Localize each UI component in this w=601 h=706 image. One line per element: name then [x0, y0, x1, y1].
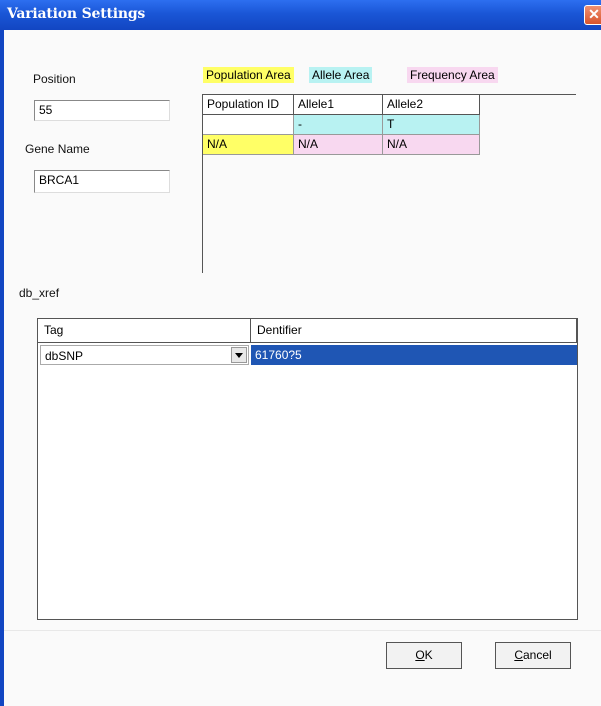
grid-header-population-id[interactable]: Population ID	[203, 95, 294, 115]
gene-name-input[interactable]: BRCA1	[34, 170, 170, 193]
position-value: 55	[39, 103, 53, 117]
variation-grid[interactable]: Population ID Allele1 Allele2 - T N/A N/…	[202, 94, 576, 273]
gene-name-value: BRCA1	[39, 173, 80, 187]
window-title: Variation Settings	[7, 6, 146, 22]
xref-tag-dropdown[interactable]: dbSNP	[40, 345, 249, 365]
grid-header-allele2[interactable]: Allele2	[383, 95, 480, 115]
cancel-mnemonic: C	[514, 648, 523, 662]
ok-button[interactable]: OK	[386, 642, 462, 669]
ok-mnemonic: O	[415, 648, 425, 662]
ok-label-rest: K	[424, 648, 433, 662]
xref-identifier-cell[interactable]: 61760?5	[251, 345, 577, 365]
grid-cell-frequency2[interactable]: N/A	[383, 135, 480, 155]
position-input[interactable]: 55	[34, 100, 170, 121]
grid-header-allele1[interactable]: Allele1	[294, 95, 383, 115]
cancel-label-rest: ancel	[522, 648, 552, 662]
grid-cell-population-id[interactable]: N/A	[203, 135, 294, 155]
button-separator	[4, 630, 601, 631]
xref-header-tag[interactable]: Tag	[38, 319, 251, 343]
gene-name-label: Gene Name	[25, 142, 90, 156]
grid-cell-allele1[interactable]: -	[294, 115, 383, 135]
db-xref-grid[interactable]: Tag Dentifier dbSNP 61760?5	[37, 318, 578, 620]
chevron-down-icon[interactable]	[231, 347, 247, 363]
legend-population-area: Population Area	[203, 67, 294, 83]
cancel-button[interactable]: Cancel	[495, 642, 571, 669]
dialog-body: Position 55 Gene Name BRCA1 Population A…	[4, 30, 601, 706]
xref-identifier-value: 61760?5	[255, 348, 302, 362]
legend-frequency-area: Frequency Area	[407, 67, 498, 83]
db-xref-label: db_xref	[19, 286, 60, 300]
grid-cell-allele2[interactable]: T	[383, 115, 480, 135]
grid-cell-frequency1[interactable]: N/A	[294, 135, 383, 155]
close-icon: ✕	[588, 6, 600, 22]
grid-cell-population-empty[interactable]	[203, 115, 294, 135]
close-button[interactable]: ✕	[584, 5, 601, 25]
legend-allele-area: Allele Area	[309, 67, 373, 83]
position-label: Position	[33, 72, 76, 86]
title-bar: Variation Settings ✕	[0, 0, 601, 30]
xref-tag-value: dbSNP	[45, 349, 84, 363]
xref-header-identifier[interactable]: Dentifier	[251, 319, 577, 343]
